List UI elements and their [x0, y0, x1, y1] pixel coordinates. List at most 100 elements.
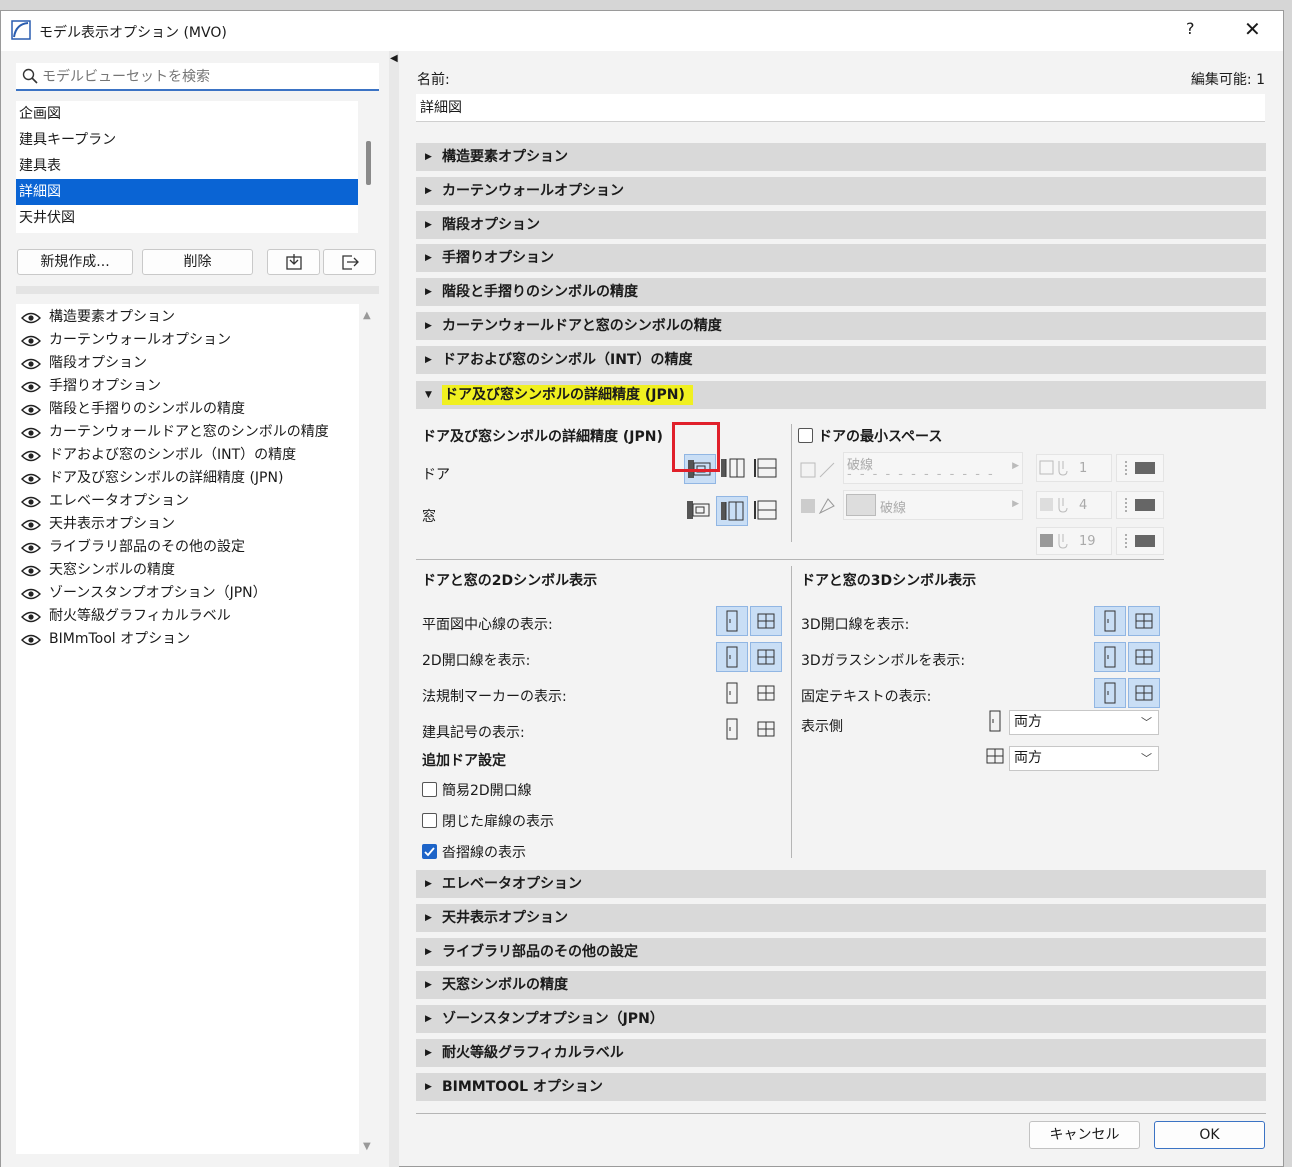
window-toggle[interactable]	[750, 642, 782, 672]
eye-icon[interactable]	[21, 473, 41, 485]
section-header[interactable]: ▶ エレベータオプション	[416, 870, 1266, 898]
view-set-item[interactable]: 建具キープラン	[16, 127, 358, 153]
cancel-button[interactable]: キャンセル	[1029, 1121, 1140, 1149]
pane-divider[interactable]	[16, 286, 379, 294]
view-set-scrollbar[interactable]	[364, 101, 374, 233]
option-list-item[interactable]: カーテンウォールオプション	[16, 329, 359, 352]
window-toggle[interactable]	[1128, 678, 1160, 708]
eye-icon[interactable]	[21, 312, 41, 324]
eye-icon[interactable]	[21, 542, 41, 554]
scroll-down-icon[interactable]: ▼	[363, 1141, 371, 1152]
window-detail-level-1[interactable]	[684, 496, 716, 526]
option-list-item[interactable]: 階段と手摺りのシンボルの精度	[16, 398, 359, 421]
pattern-field-1[interactable]	[1116, 454, 1164, 482]
eye-icon[interactable]	[21, 404, 41, 416]
option-list-item[interactable]: ゾーンスタンプオプション（JPN）	[16, 582, 359, 605]
section-header[interactable]: ▶ ライブラリ部品のその他の設定	[416, 937, 1266, 966]
door-toggle[interactable]	[716, 678, 748, 708]
window-toggle[interactable]	[750, 714, 782, 744]
section-door-window-detail-jpn[interactable]: ▼ ドア及び窓シンボルの詳細精度 (JPN)	[416, 381, 1266, 409]
door-detail-level-3[interactable]	[750, 454, 782, 484]
window-toggle[interactable]	[1128, 606, 1160, 636]
display-side-door-select[interactable]: 両方 ﹀	[1009, 710, 1159, 735]
window-toggle[interactable]	[750, 606, 782, 636]
eye-icon[interactable]	[21, 358, 41, 370]
close-button[interactable]: ✕	[1244, 17, 1261, 41]
window-detail-level-2[interactable]	[716, 496, 748, 526]
pattern-field-3[interactable]	[1116, 527, 1164, 555]
eye-icon[interactable]	[21, 519, 41, 531]
help-button[interactable]: ?	[1186, 19, 1195, 38]
ok-button[interactable]: OK	[1154, 1121, 1265, 1149]
section-header[interactable]: ▶ 天窓シンボルの精度	[416, 971, 1266, 1000]
option-list-item[interactable]: 構造要素オプション	[16, 306, 359, 329]
door-toggle[interactable]	[716, 642, 748, 672]
eye-icon[interactable]	[21, 381, 41, 393]
option-list-item[interactable]: 耐火等級グラフィカルラベル	[16, 605, 359, 628]
view-set-item[interactable]: 天井伏図	[16, 205, 358, 231]
option-list-item[interactable]: ドアおよび窓のシンボル（INT）の精度	[16, 444, 359, 467]
window-detail-level-3[interactable]	[750, 496, 782, 526]
view-set-item[interactable]: 企画図	[16, 101, 358, 127]
line-type-field[interactable]: 破線 - - - - - - - - - - - - ▶	[843, 452, 1023, 484]
eye-icon[interactable]	[21, 588, 41, 600]
option-list-item[interactable]: カーテンウォールドアと窓のシンボルの精度	[16, 421, 359, 444]
section-header[interactable]: ▶ 構造要素オプション	[416, 143, 1266, 171]
option-list-scrollbar[interactable]: ▲ ▼	[361, 304, 375, 1154]
pen-field-1[interactable]: 1	[1036, 454, 1112, 482]
display-side-window-select[interactable]: 両方 ﹀	[1009, 746, 1159, 771]
pane-splitter[interactable]: ◀	[389, 51, 399, 1167]
view-set-item[interactable]: 建具表	[16, 153, 358, 179]
section-header[interactable]: ▶ BIMMTOOL オプション	[416, 1072, 1266, 1101]
min-space-checkbox[interactable]	[798, 428, 813, 443]
section-header[interactable]: ▶ 階段オプション	[416, 210, 1266, 239]
extra-door-checkbox[interactable]	[422, 844, 437, 859]
eye-icon[interactable]	[21, 427, 41, 439]
option-list-item[interactable]: 天窓シンボルの精度	[16, 559, 359, 582]
door-toggle[interactable]	[716, 606, 748, 636]
eye-icon[interactable]	[21, 450, 41, 462]
door-toggle[interactable]	[716, 714, 748, 744]
extra-door-checkbox[interactable]	[422, 782, 437, 797]
scrollbar-thumb[interactable]	[366, 141, 371, 185]
option-list-item[interactable]: BIMmTool オプション	[16, 628, 359, 651]
scroll-up-icon[interactable]: ▲	[363, 310, 371, 321]
eye-icon[interactable]	[21, 335, 41, 347]
window-toggle[interactable]	[1128, 642, 1160, 672]
option-list-item[interactable]: ドア及び窓シンボルの詳細精度 (JPN)	[16, 467, 359, 490]
delete-button[interactable]: 削除	[142, 249, 253, 275]
door-toggle[interactable]	[1094, 642, 1126, 672]
pattern-field-2[interactable]	[1116, 491, 1164, 519]
collapse-arrow-icon[interactable]: ◀	[390, 53, 398, 64]
section-header[interactable]: ▶ ドアおよび窓のシンボル（INT）の精度	[416, 345, 1266, 374]
pen-field-3[interactable]: 19	[1036, 527, 1112, 555]
option-list-item[interactable]: ライブラリ部品のその他の設定	[16, 536, 359, 559]
import-button[interactable]	[267, 249, 320, 275]
section-header[interactable]: ▶ 手摺りオプション	[416, 244, 1266, 273]
section-header[interactable]: ▶ ゾーンスタンプオプション（JPN）	[416, 1005, 1266, 1034]
pen-field-2[interactable]: 4	[1036, 491, 1112, 519]
option-list-item[interactable]: 手摺りオプション	[16, 375, 359, 398]
export-button[interactable]	[323, 249, 376, 275]
section-header[interactable]: ▶ カーテンウォールドアと窓のシンボルの精度	[416, 312, 1266, 340]
option-list-item[interactable]: 階段オプション	[16, 352, 359, 375]
option-list-item[interactable]: エレベータオプション	[16, 490, 359, 513]
door-detail-level-2[interactable]	[718, 454, 750, 484]
name-field[interactable]: 詳細図	[416, 94, 1265, 122]
eye-icon[interactable]	[21, 611, 41, 623]
window-toggle[interactable]	[750, 678, 782, 708]
new-button[interactable]: 新規作成...	[17, 249, 133, 275]
eye-icon[interactable]	[21, 496, 41, 508]
section-header[interactable]: ▶ カーテンウォールオプション	[416, 176, 1266, 205]
section-header[interactable]: ▶ 天井表示オプション	[416, 903, 1266, 932]
section-header[interactable]: ▶ 耐火等級グラフィカルラベル	[416, 1039, 1266, 1067]
door-toggle[interactable]	[1094, 606, 1126, 636]
door-toggle[interactable]	[1094, 678, 1126, 708]
section-header[interactable]: ▶ 階段と手摺りのシンボルの精度	[416, 278, 1266, 307]
search-box[interactable]	[16, 63, 379, 91]
view-set-item-selected[interactable]: 詳細図	[16, 179, 358, 205]
fill-type-field[interactable]: 破線 ▶	[843, 490, 1023, 520]
option-list-item[interactable]: 天井表示オプション	[16, 513, 359, 536]
eye-icon[interactable]	[21, 565, 41, 577]
eye-icon[interactable]	[21, 634, 41, 646]
